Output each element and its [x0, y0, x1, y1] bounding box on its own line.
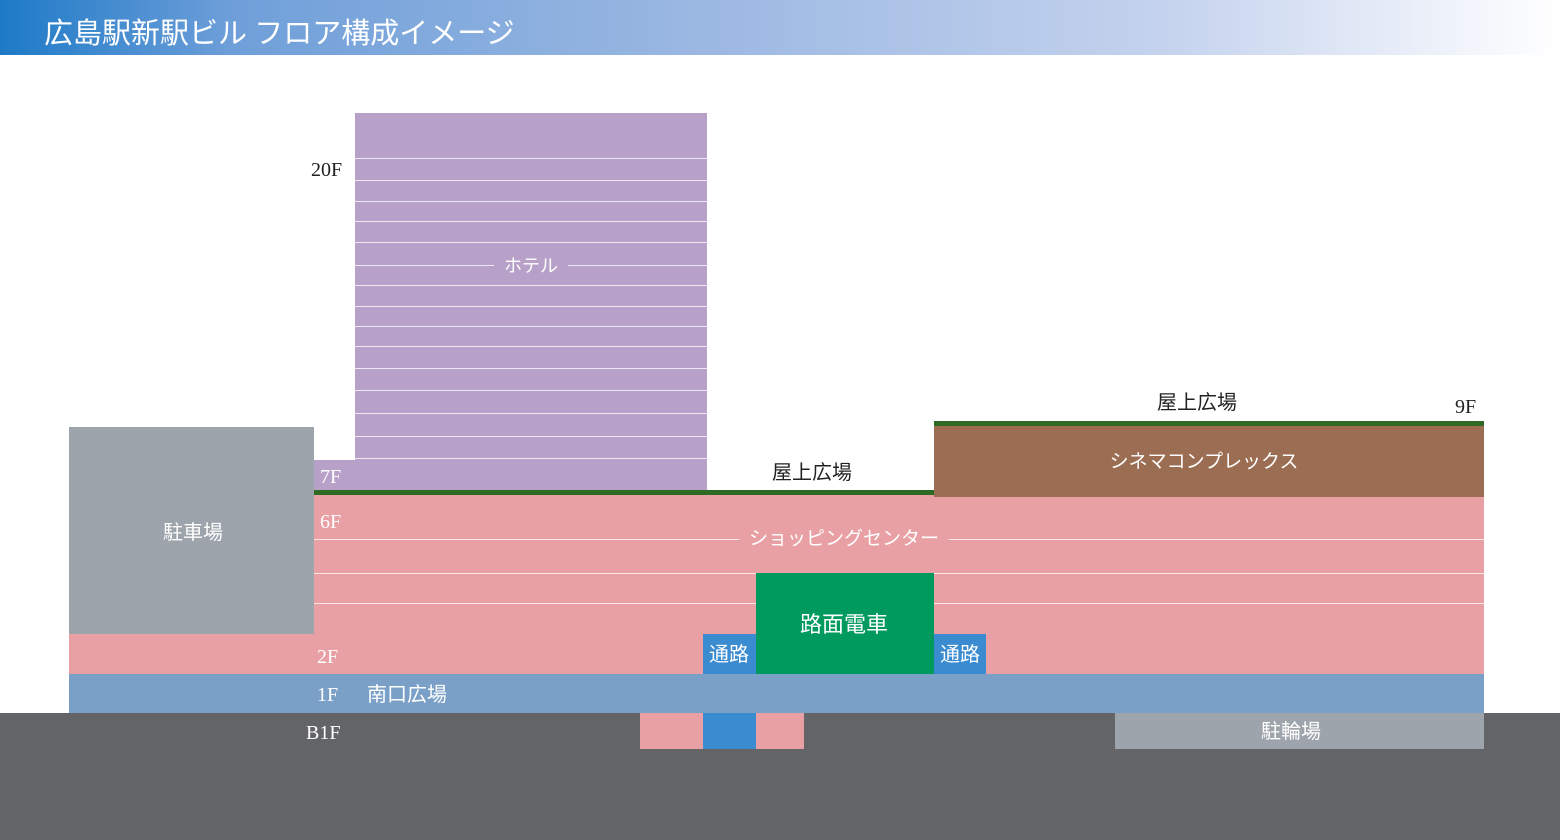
shopping-center-top-strip: [314, 495, 934, 497]
floor-label-2f: 2F: [317, 646, 339, 668]
bicycle-parking-label: 駐輪場: [1261, 721, 1321, 743]
passage-right: 通路: [934, 634, 986, 674]
passage-right-label: 通路: [940, 644, 980, 666]
tram-block: 路面電車: [756, 573, 934, 674]
south-exit-plaza-label: 南口広場: [367, 684, 447, 706]
cinema-complex-block: シネマコンプレックス: [934, 426, 1484, 497]
passage-left: 通路: [703, 634, 756, 674]
page-title: 広島駅新駅ビル フロア構成イメージ: [44, 18, 515, 50]
hotel-7f-floor: [314, 460, 707, 490]
hotel-label: ホテル: [494, 257, 568, 275]
shopping-center-label: ショッピングセンター: [738, 529, 950, 549]
floor-label-9f: 9F: [1455, 396, 1477, 418]
floor-label-1f: 1F: [317, 684, 339, 706]
b1f-shop-right: [756, 713, 804, 749]
rooftop-plaza-label-left: 屋上広場: [772, 462, 852, 484]
floor-label-b1f: B1F: [306, 722, 341, 744]
header-bar: 広島駅新駅ビル フロア構成イメージ: [0, 0, 1560, 55]
cinema-complex-label: シネマコンプレックス: [1109, 451, 1299, 473]
parking-block: 駐車場: [69, 427, 314, 634]
south-exit-plaza-band: [69, 674, 1484, 713]
tram-label: 路面電車: [799, 612, 889, 637]
rooftop-line-right: [934, 421, 1484, 426]
passage-left-label: 通路: [709, 644, 749, 666]
b1f-passage: [703, 713, 756, 749]
floor-label-6f: 6F: [320, 511, 342, 533]
parking-label: 駐車場: [163, 522, 223, 544]
bicycle-parking-block: 駐輪場: [1115, 713, 1484, 749]
floor-label-20f: 20F: [311, 159, 343, 181]
floor-label-7f: 7F: [320, 466, 342, 488]
b1f-shop-left: [640, 713, 703, 749]
rooftop-plaza-label-right: 屋上広場: [1157, 392, 1237, 414]
hotel-tower: ホテル: [355, 113, 707, 490]
